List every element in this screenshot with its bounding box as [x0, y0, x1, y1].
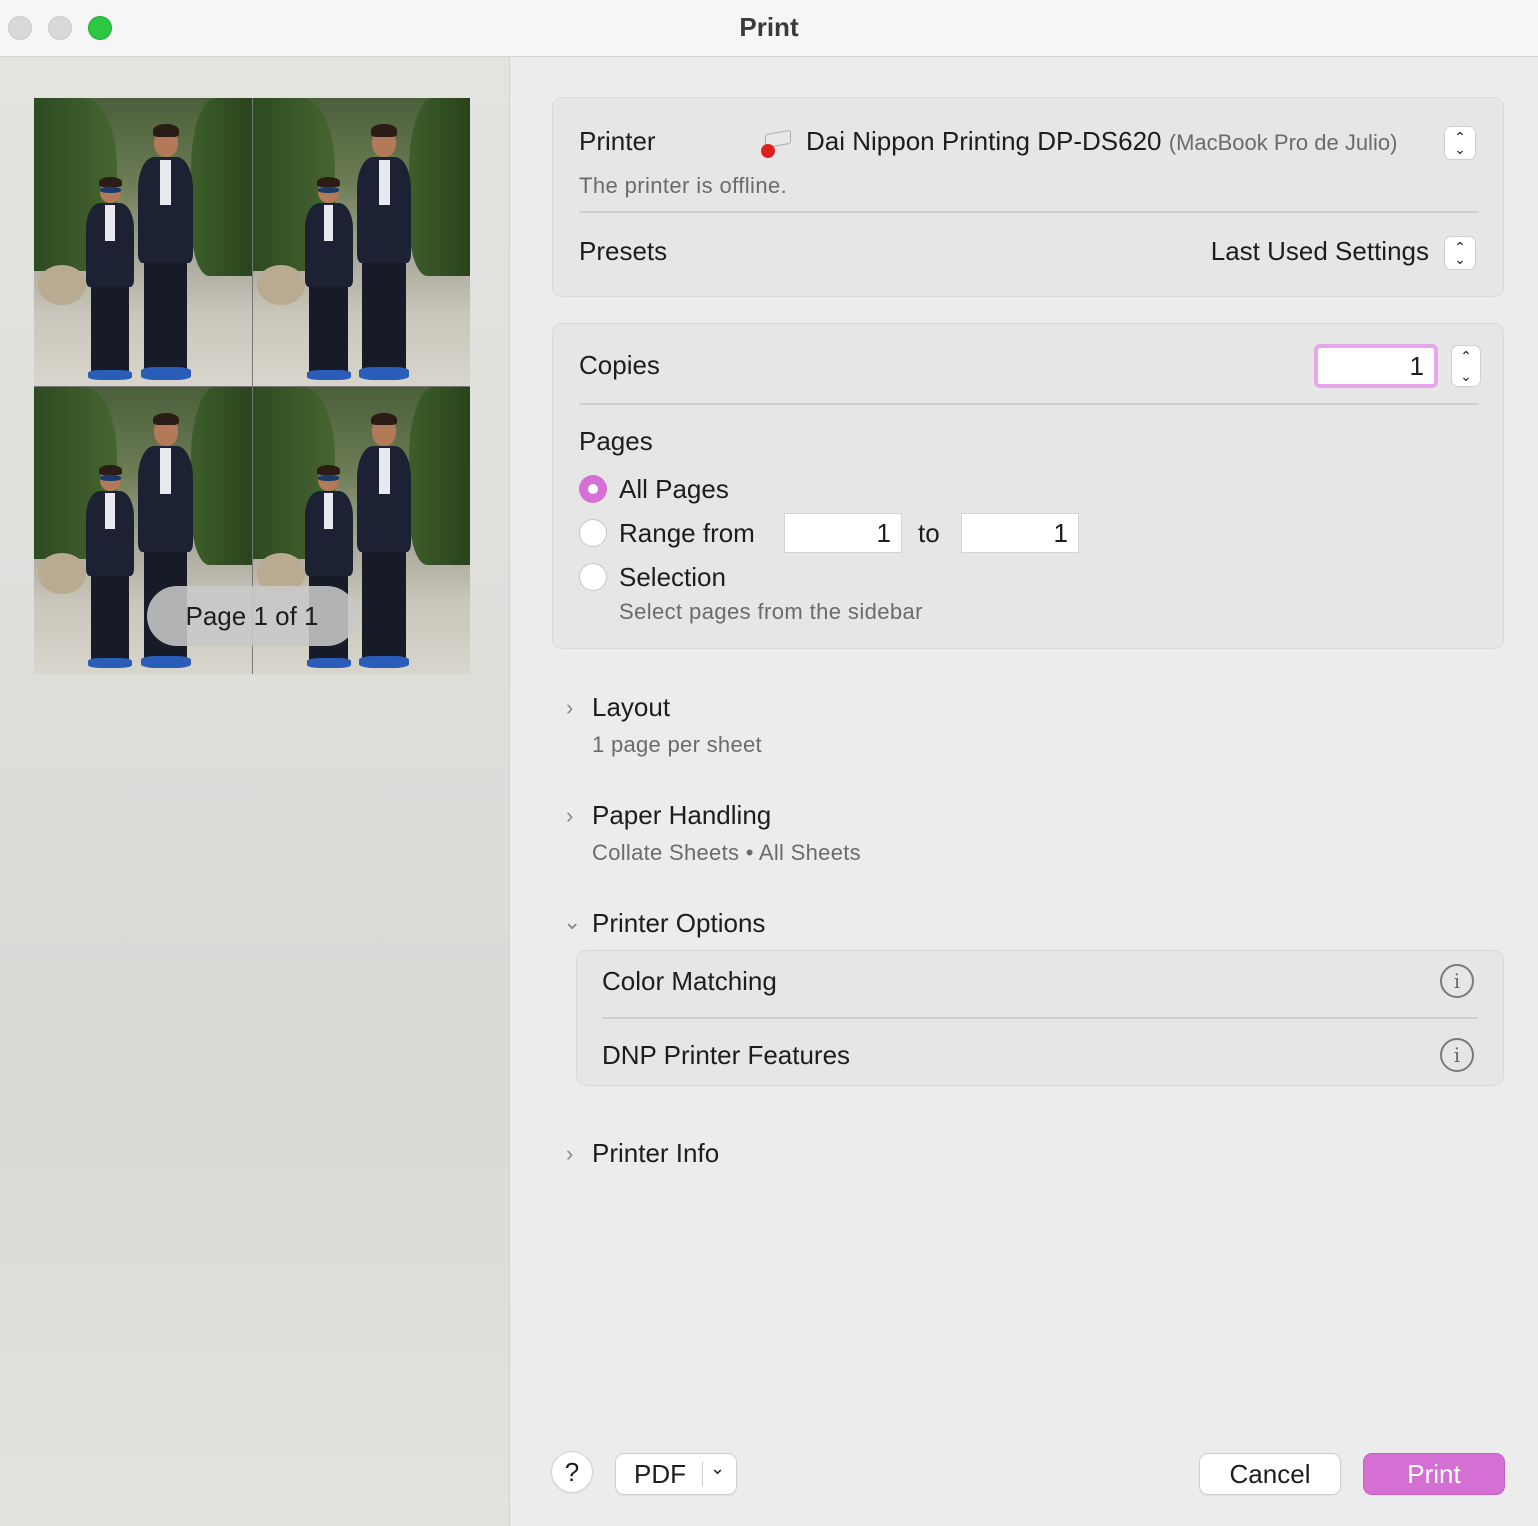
dnp-printer-features-item[interactable]: DNP Printer Features — [602, 1040, 850, 1071]
chevron-up-icon[interactable]: ⌃ — [1460, 348, 1472, 365]
chevron-down-icon[interactable]: ⌄ — [1460, 368, 1472, 385]
copies-pages-card: Copies 1 ⌃ ⌄ Pages All Pages Range from … — [552, 323, 1504, 649]
separator — [702, 1462, 703, 1486]
selection-radio[interactable] — [579, 563, 607, 591]
chevron-up-down-icon[interactable]: ⌃ ⌄ — [1445, 237, 1475, 269]
range-to-input[interactable]: 1 — [961, 513, 1079, 553]
print-button[interactable]: Print — [1364, 1454, 1504, 1494]
copies-input[interactable]: 1 — [1314, 344, 1438, 388]
printer-host: (MacBook Pro de Julio) — [1168, 130, 1398, 155]
printer-popup[interactable]: Dai Nippon Printing DP-DS620 (MacBook Pr… — [806, 126, 1397, 157]
pages-label: Pages — [579, 426, 653, 456]
printer-name: Dai Nippon Printing DP-DS620 — [806, 126, 1162, 156]
preview-photo — [34, 98, 252, 386]
cancel-button[interactable]: Cancel — [1200, 1454, 1340, 1494]
preview-sidebar: Page 1 of 1 — [0, 57, 510, 1526]
preview-photo — [252, 98, 470, 386]
chevron-down-icon[interactable]: ⌄ — [563, 909, 581, 935]
copies-stepper[interactable]: ⌃ ⌄ — [1452, 346, 1480, 386]
print-settings: Printer Dai Nippon Printing DP-DS620 (Ma… — [511, 57, 1538, 1526]
paper-handling-section-toggle[interactable]: Paper Handling — [592, 800, 771, 831]
range-from-input[interactable]: 1 — [784, 513, 902, 553]
presets-label: Presets — [579, 236, 668, 266]
paper-handling-summary: Collate Sheets • All Sheets — [592, 840, 861, 865]
range-to-label: to — [918, 518, 940, 548]
help-button[interactable]: ? — [552, 1452, 592, 1492]
chevron-down-icon[interactable]: ⌄ — [710, 1458, 725, 1479]
printer-label: Printer — [579, 126, 656, 156]
range-from-label[interactable]: Range from — [619, 518, 755, 549]
presets-popup[interactable]: Last Used Settings — [1211, 236, 1429, 267]
selection-hint: Select pages from the sidebar — [619, 599, 923, 624]
chevron-right-icon[interactable]: › — [566, 695, 573, 721]
window-title: Print — [739, 12, 799, 42]
range-radio[interactable] — [579, 519, 607, 547]
page-indicator: Page 1 of 1 — [147, 586, 357, 646]
chevron-right-icon[interactable]: › — [566, 1141, 573, 1167]
printer-options-section-toggle[interactable]: Printer Options — [592, 908, 765, 939]
printer-info-section-toggle[interactable]: Printer Info — [592, 1138, 719, 1169]
printer-status: The printer is offline. — [579, 173, 788, 198]
layout-summary: 1 page per sheet — [592, 732, 762, 757]
chevron-right-icon[interactable]: › — [566, 803, 573, 829]
pdf-menu-button[interactable]: PDF ⌄ — [616, 1454, 736, 1494]
color-matching-item[interactable]: Color Matching — [602, 966, 777, 997]
divider — [579, 211, 1479, 213]
divider — [602, 1017, 1478, 1019]
pdf-label: PDF — [634, 1458, 686, 1489]
layout-section-toggle[interactable]: Layout — [592, 692, 670, 723]
divider — [579, 403, 1479, 405]
printer-icon — [761, 128, 795, 158]
selection-label[interactable]: Selection — [619, 562, 726, 593]
info-icon[interactable]: i — [1440, 964, 1474, 998]
printer-card: Printer Dai Nippon Printing DP-DS620 (Ma… — [552, 97, 1504, 297]
chevron-up-down-icon[interactable]: ⌃ ⌄ — [1445, 127, 1475, 159]
all-pages-radio[interactable] — [579, 475, 607, 503]
printer-options-card: Color Matching i DNP Printer Features i — [576, 950, 1504, 1086]
all-pages-label[interactable]: All Pages — [619, 474, 729, 505]
copies-label: Copies — [579, 350, 660, 380]
info-icon[interactable]: i — [1440, 1038, 1474, 1072]
title-bar: Print — [0, 0, 1538, 57]
